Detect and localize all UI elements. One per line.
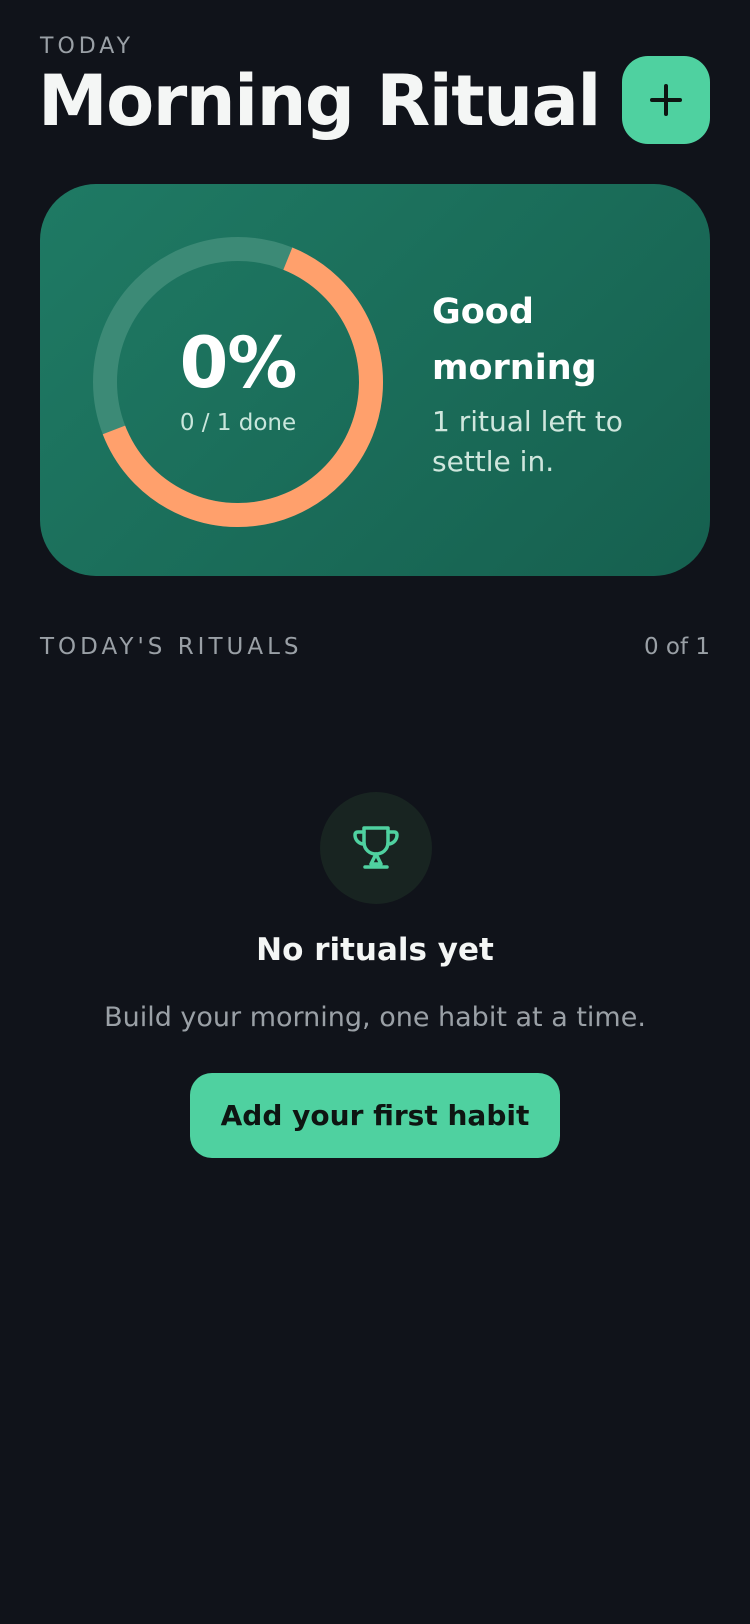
trophy-icon (353, 826, 399, 869)
progress-ring: 0% 0 / 1 done (88, 232, 388, 532)
empty-state-subtitle: Build your morning, one habit at a time. (104, 1002, 646, 1033)
app-screen: TODAY Morning Ritual 0% 0 / 1 done Good … (0, 0, 750, 1624)
section-count: 0 of 1 (643, 634, 710, 660)
header-eyebrow: TODAY (40, 34, 135, 59)
page-title: Morning Ritual (38, 60, 601, 142)
progress-card: 0% 0 / 1 done Good morning 1 ritual left… (40, 184, 710, 576)
progress-percent: 0% (179, 322, 298, 404)
empty-state-title: No rituals yet (256, 932, 494, 968)
greeting-title: Good morning (432, 292, 597, 388)
progress-done-count: 0 / 1 done (179, 410, 297, 436)
plus-icon (650, 84, 682, 116)
add-first-habit-button[interactable]: Add your first habit (190, 1073, 560, 1158)
empty-state-icon-badge (320, 792, 432, 904)
section-label: TODAY'S RITUALS (40, 634, 303, 660)
greeting-subtext: 1 ritual left to settle in. (432, 405, 623, 478)
add-habit-button[interactable] (622, 56, 710, 144)
